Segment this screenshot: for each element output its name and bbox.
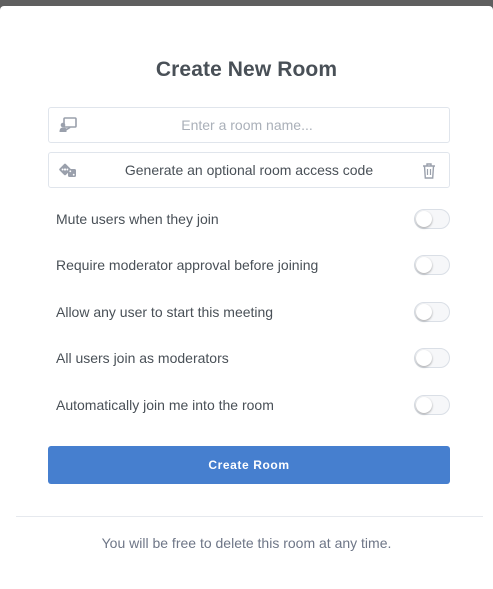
toggle-knob [416, 397, 432, 413]
create-room-button[interactable]: Create Room [48, 446, 450, 484]
option-mute-on-join: Mute users when they join [56, 209, 450, 231]
option-anyone-can-start: Allow any user to start this meeting [56, 302, 450, 324]
access-code-field[interactable]: Generate an optional room access code [48, 152, 450, 188]
dice-icon [59, 162, 77, 178]
modal-title: Create New Room [155, 58, 338, 81]
access-code-label[interactable]: Generate an optional room access code [85, 153, 413, 187]
toggle-knob [416, 211, 432, 227]
create-room-modal: Create New Room Generate an optional roo… [0, 6, 493, 589]
anyone-can-start-toggle[interactable] [414, 302, 450, 322]
option-auto-join: Automatically join me into the room [56, 395, 450, 417]
room-name-input[interactable] [85, 108, 409, 142]
option-label: Allow any user to start this meeting [56, 304, 274, 320]
option-label: All users join as moderators [56, 350, 229, 366]
divider [16, 516, 483, 517]
room-name-field[interactable] [48, 107, 450, 143]
option-all-moderators: All users join as moderators [56, 348, 450, 370]
option-label: Mute users when they join [56, 211, 219, 227]
require-approval-toggle[interactable] [414, 255, 450, 275]
option-require-approval: Require moderator approval before joinin… [56, 255, 450, 277]
toggle-knob [416, 257, 432, 273]
mute-on-join-toggle[interactable] [414, 209, 450, 229]
all-moderators-toggle[interactable] [414, 348, 450, 368]
auto-join-toggle[interactable] [414, 395, 450, 415]
option-label: Automatically join me into the room [56, 397, 274, 413]
option-label: Require moderator approval before joinin… [56, 257, 319, 273]
toggle-knob [416, 304, 432, 320]
toggle-knob [416, 350, 432, 366]
footer-note: You will be free to delete this room at … [101, 535, 392, 551]
chalkboard-teacher-icon [59, 117, 77, 133]
trash-icon[interactable] [421, 162, 437, 179]
